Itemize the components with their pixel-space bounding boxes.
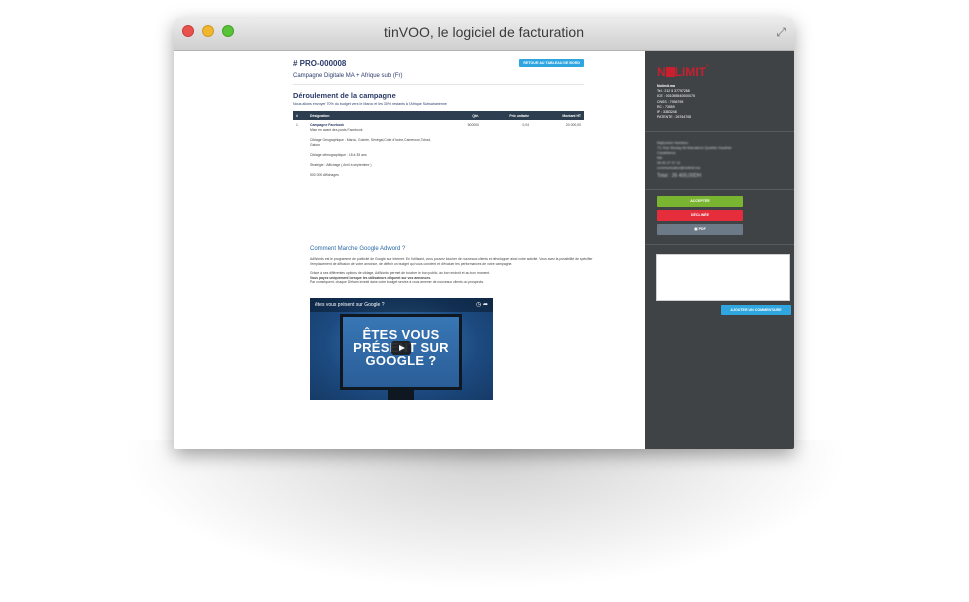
screenshot-stage: tinVOO, le logiciel de facturation ⤢ # P… (0, 0, 969, 602)
client-line: communication@nolimit.ma (657, 166, 701, 170)
sidebar-divider (645, 244, 794, 245)
watch-later-icon[interactable]: ◷ (476, 302, 481, 308)
window-title: tinVOO, le logiciel de facturation (384, 24, 584, 40)
sidebar-divider (645, 189, 794, 190)
section-subtitle: Nous allons envoyer 70% du budget vers l… (293, 102, 447, 106)
row-line: 500 000 Affichages (310, 173, 339, 177)
accept-button[interactable]: ACCEPTÉE (657, 196, 743, 207)
logo-square-icon (665, 67, 675, 77)
items-table: # Désignation Qté. Prix unitaire Montant… (293, 111, 584, 181)
app-window: tinVOO, le logiciel de facturation ⤢ # P… (174, 18, 794, 449)
company-logo: N LIMIT® (657, 63, 709, 79)
monitor-stand-graphic (388, 390, 414, 400)
row-designation: Campagne Facebook Mise en avant des post… (307, 120, 442, 181)
article-paragraph: AdWords est le programme de publicité de… (310, 257, 593, 266)
video-title[interactable]: êtes vous présent sur Google ? (315, 302, 385, 308)
table-header-row: # Désignation Qté. Prix unitaire Montant… (293, 111, 584, 120)
proposal-total: Total : 26 400,00DH (657, 173, 702, 179)
youtube-video-player[interactable]: ÊTES VOUS PRÉSENT SUR GOOGLE ? êtes vous… (310, 298, 493, 400)
row-unit-price: 0,04 (522, 123, 529, 127)
client-info: Majhoulne Hamidou 73, Rue Moulay Ali Mar… (657, 141, 732, 179)
col-amount-header: Montant HT (532, 111, 584, 120)
col-index-header: # (293, 111, 307, 120)
sidebar: N LIMIT® Nolimit.ma Tel : 212 5 37797288 … (645, 51, 794, 449)
row-amount: 20 000,00 (565, 123, 581, 127)
window-shadow (120, 440, 850, 590)
expand-arrows-icon[interactable]: ⤢ (776, 25, 786, 40)
company-line: ICE : 001055540000075 (657, 94, 695, 99)
share-icon[interactable]: ➦ (483, 302, 488, 308)
video-top-icons: ◷ ➦ (476, 301, 488, 308)
title-bar: tinVOO, le logiciel de facturation ⤢ (174, 18, 794, 51)
add-comment-button[interactable]: AJOUTER UN COMMENTAIRE (721, 305, 791, 315)
comment-textarea[interactable] (656, 254, 790, 301)
section-title: Déroulement de la campagne (293, 91, 396, 100)
article-line-bold: Vous payez uniquement lorsque les utilis… (310, 275, 432, 280)
col-qty-header: Qté. (442, 111, 482, 120)
article-line: Par conséquent, chaque Dirham investi da… (310, 280, 484, 285)
article-title: Comment Marche Google Adword ? (310, 246, 406, 252)
article-line: Grâce à ses différentes options de cibla… (310, 271, 491, 276)
company-info: Nolimit.ma Tel : 212 5 37797288 ICE : 00… (657, 84, 695, 120)
play-button-icon[interactable] (391, 341, 411, 355)
table-row: 1 Campagne Facebook Mise en avant des po… (293, 120, 584, 181)
campaign-name: Campagne Digitale MA + Afrique sub (Fr) (293, 73, 403, 79)
divider (293, 84, 584, 85)
company-line: PATENTE : 26764708 (657, 115, 692, 120)
row-line: Ciblage Géographique : Maroc, Guinée, Sé… (310, 138, 431, 147)
decline-button[interactable]: DÉCLINÉE (657, 210, 743, 221)
main-content: # PRO-000008 RETOUR AU TABLEAU DE BORD C… (174, 51, 645, 449)
pdf-button[interactable]: ▣ PDF (657, 224, 743, 235)
article-paragraph: Grâce à ses différentes options de cibla… (310, 271, 600, 285)
row-qty: 500000 (467, 123, 479, 127)
proposal-document: # PRO-000008 RETOUR AU TABLEAU DE BORD C… (293, 59, 584, 181)
col-designation-header: Désignation (307, 111, 442, 120)
sidebar-divider (645, 131, 794, 132)
row-index: 1 (296, 123, 298, 127)
back-to-dashboard-button[interactable]: RETOUR AU TABLEAU DE BORD (519, 59, 584, 67)
adwords-article: Comment Marche Google Adword ? AdWords e… (310, 246, 600, 285)
col-unit-price-header: Prix unitaire (482, 111, 532, 120)
